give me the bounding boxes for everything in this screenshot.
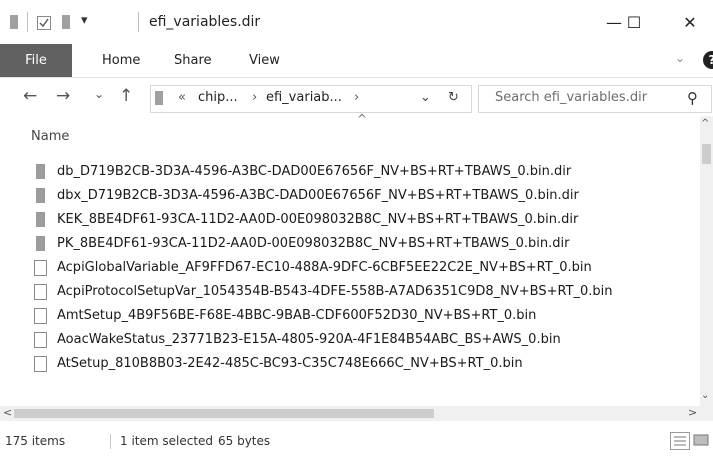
list-item[interactable]: AmtSetup_4B9F56BE-F68E-4BBC-9BAB-CDF600F… — [0, 304, 700, 328]
file-icon — [34, 260, 48, 276]
folder-icon — [34, 188, 48, 204]
list-item[interactable]: AcpiProtocolSetupVar_1054354B-B543-4DFE-… — [0, 280, 700, 304]
navigation-bar: ← → ⌄ ↑ « chip... › efi_variab... › ⌄ ↻ … — [0, 78, 713, 116]
tab-view[interactable]: View — [249, 53, 280, 68]
properties-check-icon[interactable] — [37, 15, 51, 34]
qat-separator — [27, 12, 28, 32]
item-count: 175 items — [5, 434, 66, 448]
scroll-down-icon[interactable]: ⌄ — [701, 390, 709, 401]
list-item[interactable]: KEK_8BE4DF61-93CA-11D2-AA0D-00E098032B8C… — [0, 208, 700, 232]
details-view-icon[interactable] — [670, 432, 690, 450]
file-icon — [34, 356, 48, 372]
ribbon: File Home Share View ⌄ ? — [0, 44, 713, 78]
folder-icon — [34, 164, 48, 180]
scroll-right-icon[interactable]: > — [688, 406, 697, 419]
expand-ribbon-icon[interactable]: ⌄ — [675, 51, 685, 65]
file-name: AcpiGlobalVariable_AF9FFD67-EC10-488A-9D… — [57, 260, 592, 275]
file-name: AoacWakeStatus_23771B23-E15A-4805-920A-4… — [57, 332, 561, 347]
breadcrumb-separator-icon[interactable]: › — [252, 90, 257, 105]
folder-icon — [34, 236, 48, 252]
title-bar: ▾ efi_variables.dir — ☐ ✕ — [0, 0, 713, 44]
file-name: PK_8BE4DF61-93CA-11D2-AA0D-00E098032B8C_… — [57, 236, 570, 251]
qat-dropdown-icon[interactable]: ▾ — [81, 13, 88, 28]
list-item[interactable]: AtSetup_810B8B03-2E42-485C-BC93-C35C748E… — [0, 352, 700, 376]
back-arrow-icon[interactable]: ← — [23, 86, 37, 106]
scroll-left-icon[interactable]: < — [3, 406, 12, 419]
file-name: dbx_D719B2CB-3D3A-4596-A3BC-DAD00E67656F… — [57, 188, 579, 203]
large-icons-view-icon[interactable] — [693, 432, 709, 448]
file-list: db_D719B2CB-3D3A-4596-A3BC-DAD00E67656F_… — [0, 160, 700, 406]
folder-location-icon — [155, 91, 163, 105]
file-icon — [34, 332, 48, 348]
breadcrumb-overflow-icon[interactable]: « — [178, 90, 186, 105]
vertical-scroll-thumb[interactable] — [702, 144, 711, 164]
list-item[interactable]: PK_8BE4DF61-93CA-11D2-AA0D-00E098032B8C_… — [0, 232, 700, 256]
window-title: efi_variables.dir — [149, 14, 261, 30]
list-item[interactable]: AcpiGlobalVariable_AF9FFD67-EC10-488A-9D… — [0, 256, 700, 280]
breadcrumb-separator-icon[interactable]: › — [354, 90, 359, 105]
new-folder-icon[interactable] — [62, 15, 70, 29]
selection-count: 1 item selected — [120, 434, 214, 448]
selection-size: 65 bytes — [218, 434, 271, 448]
file-name: AcpiProtocolSetupVar_1054354B-B543-4DFE-… — [57, 284, 613, 299]
horizontal-scroll-thumb[interactable] — [14, 409, 434, 418]
file-icon — [34, 284, 48, 300]
breadcrumb-chip[interactable]: chip... — [198, 90, 238, 105]
title-separator — [138, 12, 139, 32]
file-icon — [34, 308, 48, 324]
up-arrow-icon[interactable]: ↑ — [119, 86, 133, 106]
folder-icon — [34, 212, 48, 228]
file-name: AmtSetup_4B9F56BE-F68E-4BBC-9BAB-CDF600F… — [57, 308, 537, 323]
search-input[interactable]: Search efi_variables.dir ⚲ — [478, 85, 712, 113]
tab-home[interactable]: Home — [102, 53, 140, 68]
tab-file[interactable]: File — [0, 44, 72, 77]
vertical-scrollbar[interactable]: ^ ⌄ — [700, 116, 713, 406]
file-name: db_D719B2CB-3D3A-4596-A3BC-DAD00E67656F_… — [57, 164, 572, 179]
status-bar: 175 items 1 item selected 65 bytes — [0, 423, 713, 456]
file-name: KEK_8BE4DF61-93CA-11D2-AA0D-00E098032B8C… — [57, 212, 579, 227]
close-button[interactable]: ✕ — [667, 0, 713, 44]
column-header-name[interactable]: Name — [31, 129, 69, 144]
list-item[interactable]: dbx_D719B2CB-3D3A-4596-A3BC-DAD00E67656F… — [0, 184, 700, 208]
list-item[interactable]: db_D719B2CB-3D3A-4596-A3BC-DAD00E67656F_… — [0, 160, 700, 184]
search-icon[interactable]: ⚲ — [687, 89, 698, 107]
help-icon[interactable]: ? — [703, 51, 713, 69]
address-bar[interactable]: « chip... › efi_variab... › ⌄ ↻ — [150, 85, 472, 113]
breadcrumb-efi-variables[interactable]: efi_variab... — [266, 90, 342, 105]
search-placeholder: Search efi_variables.dir — [495, 90, 648, 105]
status-separator — [110, 434, 111, 449]
refresh-icon[interactable]: ↻ — [448, 90, 459, 105]
recent-locations-icon[interactable]: ⌄ — [94, 87, 104, 101]
address-dropdown-icon[interactable]: ⌄ — [420, 90, 431, 105]
folder-app-icon — [10, 15, 18, 29]
tab-share[interactable]: Share — [174, 53, 212, 68]
file-name: AtSetup_810B8B03-2E42-485C-BC93-C35C748E… — [57, 356, 523, 371]
maximize-button[interactable]: ☐ — [611, 0, 657, 44]
horizontal-scrollbar[interactable]: < > — [0, 406, 713, 421]
forward-arrow-icon[interactable]: → — [56, 86, 70, 106]
list-item[interactable]: AoacWakeStatus_23771B23-E15A-4805-920A-4… — [0, 328, 700, 352]
sort-ascending-icon: ^ — [357, 112, 368, 126]
scroll-up-icon[interactable]: ^ — [701, 118, 709, 129]
